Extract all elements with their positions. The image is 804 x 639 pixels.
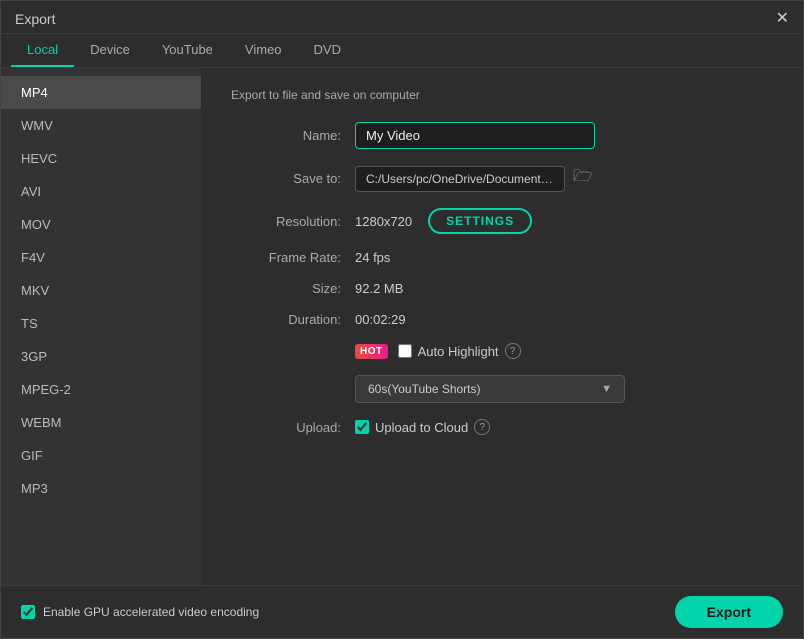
sidebar-item-webm[interactable]: WEBM: [1, 406, 201, 439]
sidebar-item-ts[interactable]: TS: [1, 307, 201, 340]
gpu-label-text: Enable GPU accelerated video encoding: [43, 605, 259, 619]
frame-rate-value: 24 fps: [355, 250, 390, 265]
export-button[interactable]: Export: [675, 596, 783, 628]
auto-highlight-checkbox[interactable]: [398, 344, 412, 358]
tab-youtube[interactable]: YouTube: [146, 34, 229, 67]
window-title: Export: [15, 11, 55, 27]
name-row: Name:: [231, 122, 773, 149]
sidebar-item-3gp[interactable]: 3GP: [1, 340, 201, 373]
highlight-row: HOT Auto Highlight ?: [355, 343, 521, 359]
name-input[interactable]: [355, 122, 595, 149]
bottom-bar: Enable GPU accelerated video encoding Ex…: [1, 585, 803, 638]
size-value: 92.2 MB: [355, 281, 403, 296]
sidebar-item-mpeg2[interactable]: MPEG-2: [1, 373, 201, 406]
auto-highlight-checkbox-label[interactable]: Auto Highlight: [398, 344, 499, 359]
export-subtitle: Export to file and save on computer: [231, 88, 773, 102]
title-bar: Export ✕: [1, 1, 803, 34]
export-window: Export ✕ Local Device YouTube Vimeo DVD …: [0, 0, 804, 639]
save-to-label: Save to:: [231, 171, 341, 186]
close-button[interactable]: ✕: [776, 11, 789, 27]
content-area: MP4 WMV HEVC AVI MOV F4V MKV TS 3GP MPEG…: [1, 68, 803, 585]
tab-dvd[interactable]: DVD: [298, 34, 357, 67]
sidebar-item-avi[interactable]: AVI: [1, 175, 201, 208]
folder-icon[interactable]: 🗁: [573, 165, 593, 192]
sidebar-item-hevc[interactable]: HEVC: [1, 142, 201, 175]
frame-rate-label: Frame Rate:: [231, 250, 341, 265]
sidebar-item-gif[interactable]: GIF: [1, 439, 201, 472]
auto-highlight-label: Auto Highlight: [418, 344, 499, 359]
auto-highlight-row: HOT Auto Highlight ?: [231, 343, 773, 359]
tab-bar: Local Device YouTube Vimeo DVD: [1, 34, 803, 68]
main-panel: Export to file and save on computer Name…: [201, 68, 803, 585]
upload-to-cloud-label: Upload to Cloud: [375, 420, 468, 435]
duration-value: 00:02:29: [355, 312, 406, 327]
upload-help-icon[interactable]: ?: [474, 419, 490, 435]
sidebar-item-mp3[interactable]: MP3: [1, 472, 201, 505]
sidebar-item-f4v[interactable]: F4V: [1, 241, 201, 274]
resolution-row: Resolution: 1280x720 SETTINGS: [231, 208, 773, 234]
dropdown-value: 60s(YouTube Shorts): [368, 382, 481, 396]
tab-local[interactable]: Local: [11, 34, 74, 67]
settings-button[interactable]: SETTINGS: [428, 208, 532, 234]
save-to-path: C:/Users/pc/OneDrive/Documents/Wond: [355, 166, 565, 192]
gpu-checkbox[interactable]: [21, 605, 35, 619]
youtube-shorts-dropdown[interactable]: 60s(YouTube Shorts) ▼: [355, 375, 625, 403]
size-row: Size: 92.2 MB: [231, 281, 773, 296]
sidebar-item-mp4[interactable]: MP4: [1, 76, 201, 109]
tab-vimeo[interactable]: Vimeo: [229, 34, 298, 67]
resolution-value: 1280x720: [355, 214, 412, 229]
size-label: Size:: [231, 281, 341, 296]
sidebar-item-mov[interactable]: MOV: [1, 208, 201, 241]
upload-label: Upload:: [231, 420, 341, 435]
save-to-row: Save to: C:/Users/pc/OneDrive/Documents/…: [231, 165, 773, 192]
duration-row: Duration: 00:02:29: [231, 312, 773, 327]
sidebar: MP4 WMV HEVC AVI MOV F4V MKV TS 3GP MPEG…: [1, 68, 201, 585]
hot-badge: HOT: [355, 344, 388, 359]
frame-rate-row: Frame Rate: 24 fps: [231, 250, 773, 265]
dropdown-arrow-icon: ▼: [601, 383, 612, 395]
upload-to-cloud-checkbox-label[interactable]: Upload to Cloud: [355, 420, 468, 435]
name-label: Name:: [231, 128, 341, 143]
duration-label: Duration:: [231, 312, 341, 327]
upload-row-inner: Upload to Cloud ?: [355, 419, 490, 435]
tab-device[interactable]: Device: [74, 34, 146, 67]
dropdown-row: 60s(YouTube Shorts) ▼: [355, 375, 773, 403]
auto-highlight-help-icon[interactable]: ?: [505, 343, 521, 359]
resolution-label: Resolution:: [231, 214, 341, 229]
upload-to-cloud-checkbox[interactable]: [355, 420, 369, 434]
upload-row: Upload: Upload to Cloud ?: [231, 419, 773, 435]
sidebar-item-mkv[interactable]: MKV: [1, 274, 201, 307]
gpu-checkbox-label[interactable]: Enable GPU accelerated video encoding: [21, 605, 259, 619]
sidebar-item-wmv[interactable]: WMV: [1, 109, 201, 142]
